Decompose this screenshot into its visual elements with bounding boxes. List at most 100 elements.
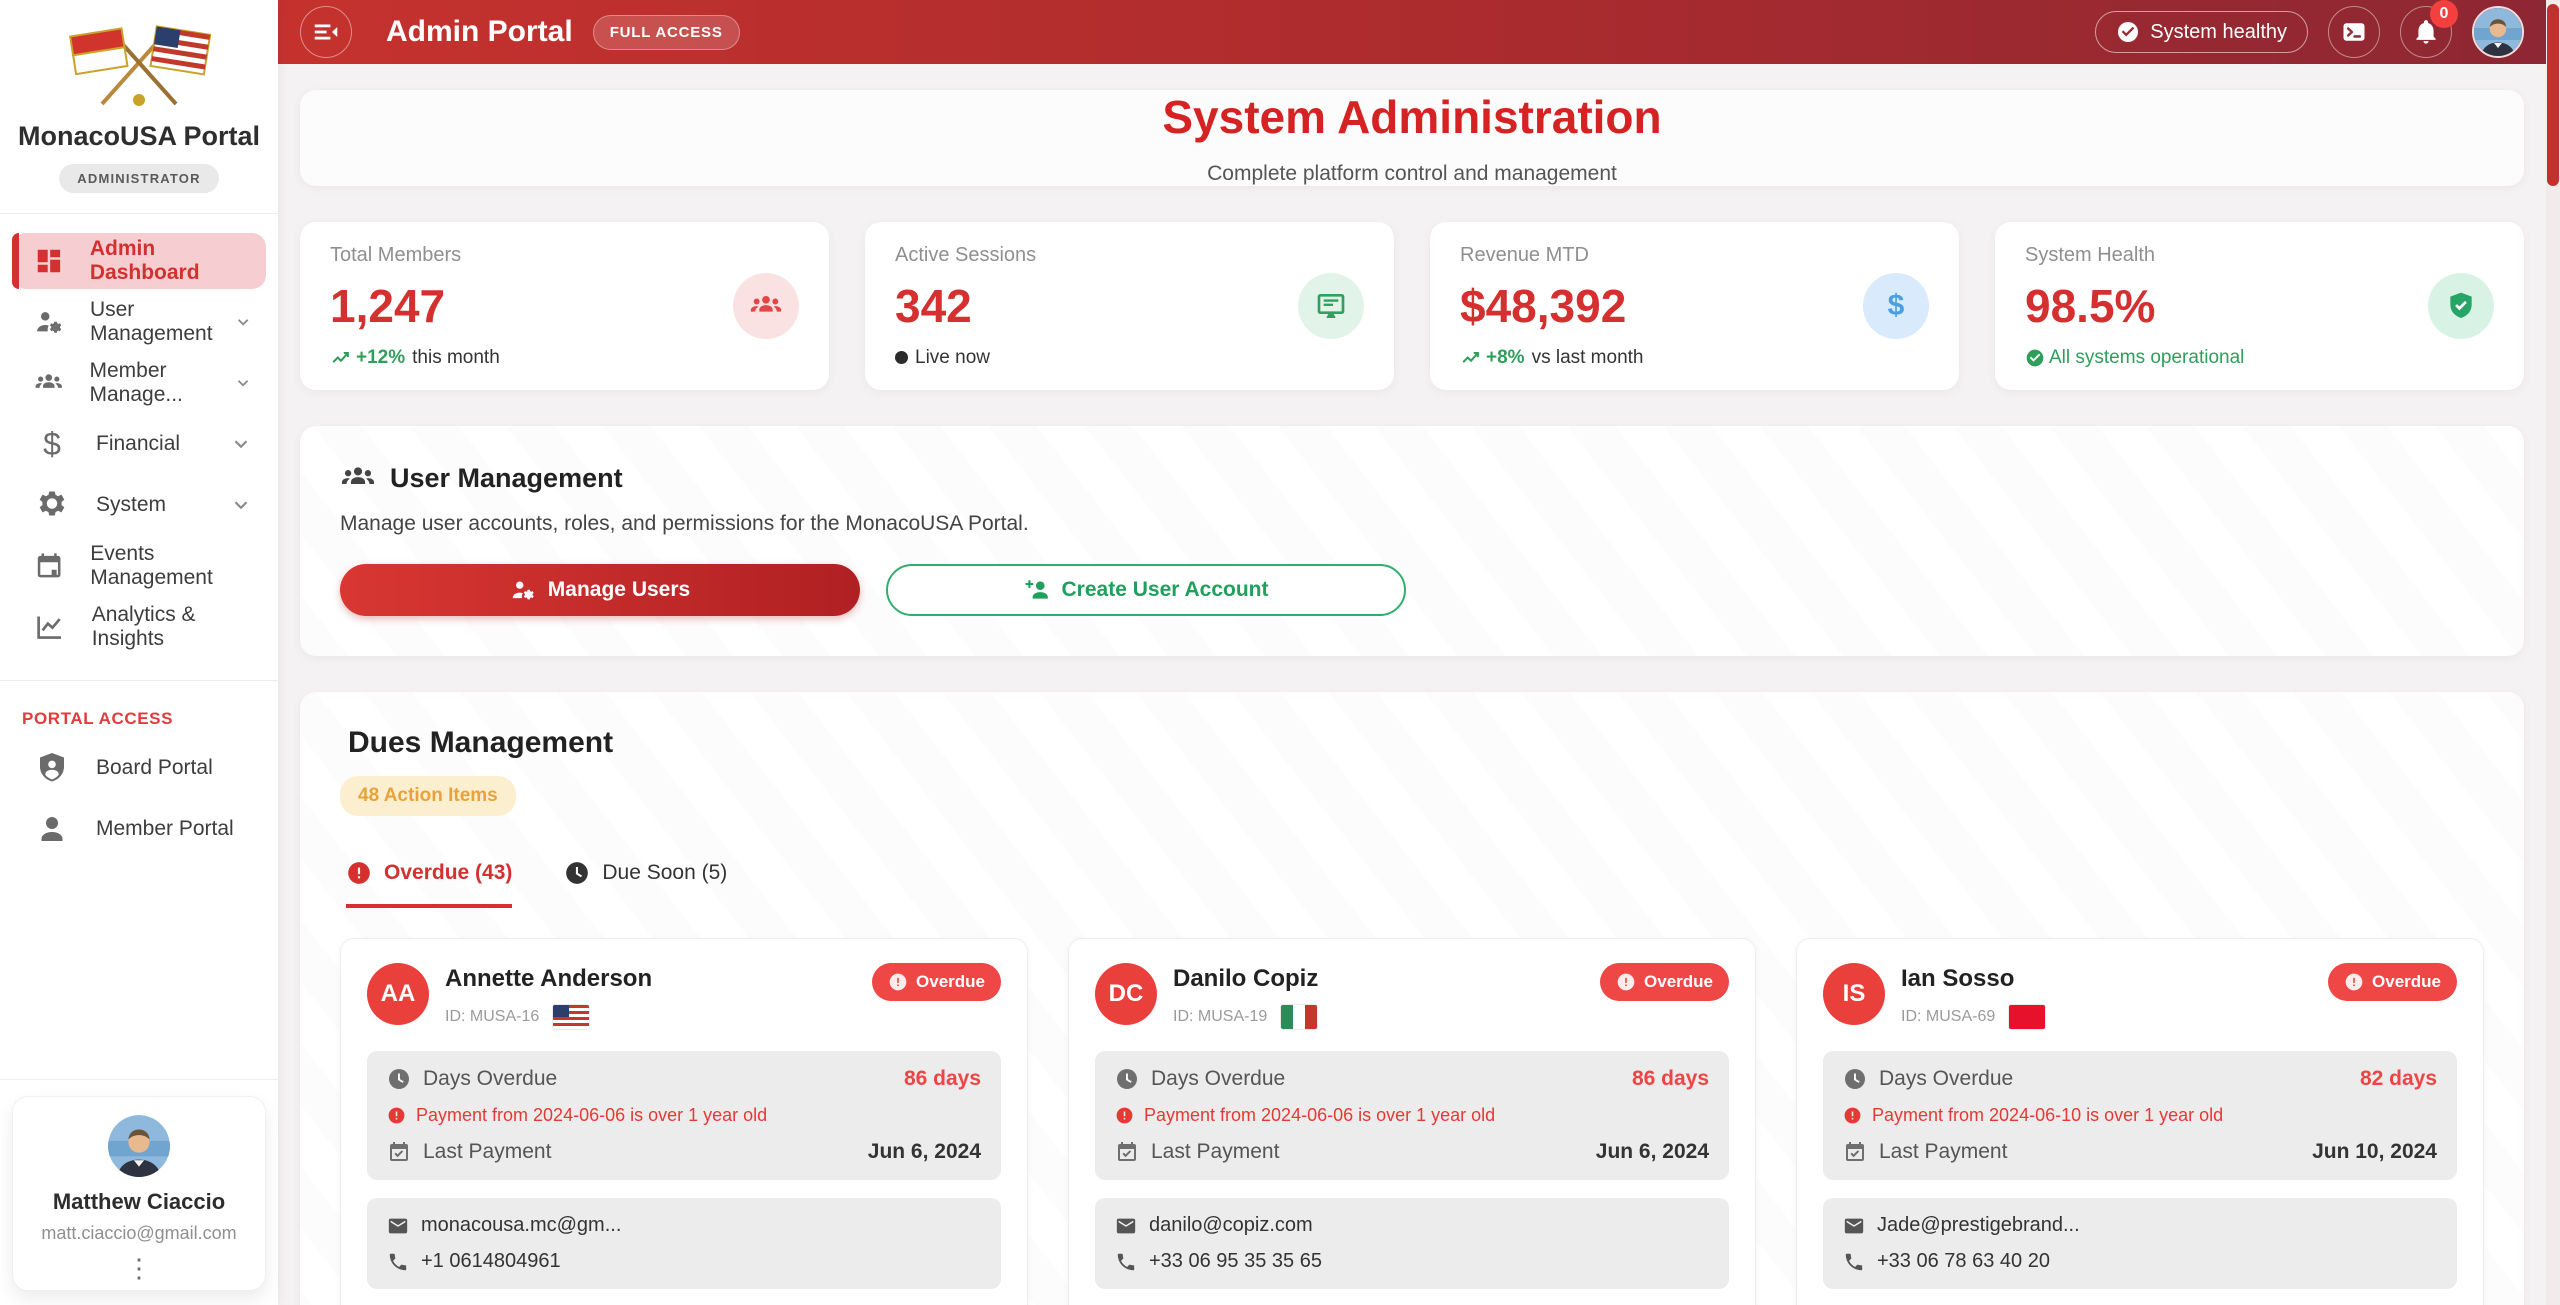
member-card-header: IS Ian Sosso ID: MUSA-69 Overdue (1823, 963, 2457, 1029)
sidebar-item-events-management[interactable]: Events Management (0, 538, 278, 594)
clock-icon (1115, 1067, 1139, 1091)
sidebar-item-member-management[interactable]: Member Manage... (0, 355, 278, 411)
payment-warning: Payment from 2024-06-06 is over 1 year o… (1115, 1105, 1709, 1126)
user-email: matt.ciaccio@gmail.com (27, 1223, 251, 1244)
phone-icon (1843, 1251, 1865, 1273)
sidebar-item-label: Member Portal (96, 817, 234, 841)
people-icon (749, 289, 783, 323)
payment-warning: Payment from 2024-06-06 is over 1 year o… (387, 1105, 981, 1126)
member-phone: +1 0614804961 (421, 1250, 561, 1273)
status-badge: Overdue (1600, 963, 1729, 1001)
sidebar-item-label: Member Manage... (90, 359, 234, 407)
mail-icon (387, 1215, 409, 1237)
last-payment-value: Jun 6, 2024 (1596, 1140, 1709, 1164)
last-payment-label: Last Payment (423, 1140, 551, 1164)
sidebar-item-user-management[interactable]: User Management (0, 294, 278, 350)
error-icon (2344, 972, 2364, 992)
sidebar-item-financial[interactable]: $ Financial (0, 416, 278, 472)
kebab-menu-icon[interactable]: ⋮ (27, 1258, 251, 1278)
brand-name: MonacoUSA Portal (0, 121, 278, 152)
overdue-member-cards: AA Annette Anderson ID: MUSA-16 Overdue (340, 938, 2484, 1305)
sidebar-item-analytics-insights[interactable]: Analytics & Insights (0, 599, 278, 655)
stat-value: $48,392 (1460, 279, 1644, 333)
payment-warning: Payment from 2024-06-10 is over 1 year o… (1843, 1105, 2437, 1126)
days-overdue-value: 86 days (904, 1067, 981, 1091)
check-circle-icon (2116, 20, 2140, 44)
analytics-icon (34, 609, 66, 645)
sidebar-item-admin-dashboard[interactable]: Admin Dashboard (12, 233, 266, 289)
tab-due-soon[interactable]: Due Soon (5) (564, 860, 727, 908)
create-user-account-button[interactable]: Create User Account (886, 564, 1406, 616)
check-circle-icon (2025, 348, 2045, 368)
menu-toggle-button[interactable] (300, 6, 352, 58)
stat-label: Revenue MTD (1460, 244, 1644, 267)
dollar-icon: $ (34, 426, 70, 463)
manage-users-button[interactable]: Manage Users (340, 564, 860, 616)
stat-value: 342 (895, 279, 1036, 333)
member-phone: +33 06 95 35 35 65 (1149, 1250, 1322, 1273)
user-management-header: User Management (340, 460, 2484, 496)
error-icon (888, 972, 908, 992)
action-items-badge: 48 Action Items (340, 776, 516, 816)
user-management-actions: Manage Users Create User Account (340, 564, 2484, 616)
user-management-section: User Management Manage user accounts, ro… (300, 426, 2524, 656)
user-settings-icon (510, 577, 536, 603)
hero-subtitle: Complete platform control and management (1207, 162, 1617, 186)
payment-info-box: Days Overdue 86 days Payment from 2024-0… (367, 1051, 1001, 1180)
italy-flag-icon (1281, 1005, 1317, 1029)
stat-sub: Live now (895, 347, 1036, 369)
payment-info-box: Days Overdue 82 days Payment from 2024-0… (1823, 1051, 2457, 1180)
system-health-pill[interactable]: System healthy (2095, 11, 2308, 53)
phone-icon (1115, 1251, 1137, 1273)
main-content: System Administration Complete platform … (278, 64, 2546, 1305)
menu-open-icon (311, 17, 341, 47)
days-overdue-label: Days Overdue (1879, 1067, 2013, 1091)
error-icon (346, 860, 372, 886)
scrollbar-thumb[interactable] (2547, 4, 2559, 186)
member-card-header: AA Annette Anderson ID: MUSA-16 Overdue (367, 963, 1001, 1029)
divider (0, 680, 278, 681)
sidebar-item-member-portal[interactable]: Member Portal (0, 801, 278, 857)
error-icon (1843, 1106, 1862, 1125)
stat-card-revenue-mtd: Revenue MTD $48,392 +8% vs last month $ (1430, 222, 1959, 390)
member-name: Danilo Copiz (1173, 965, 1318, 993)
clock-icon (1843, 1067, 1867, 1091)
stat-sub: +8% vs last month (1460, 347, 1644, 369)
monaco-flag-icon (2009, 1005, 2045, 1029)
sidebar-item-board-portal[interactable]: Board Portal (0, 740, 278, 796)
gear-icon (34, 487, 70, 523)
terminal-button[interactable] (2328, 6, 2380, 58)
sidebar-item-label: Admin Dashboard (90, 237, 240, 285)
sidebar-item-label: Analytics & Insights (92, 603, 252, 651)
stat-label: Total Members (330, 244, 500, 267)
brand-block: MonacoUSA Portal ADMINISTRATOR (0, 0, 278, 193)
calendar-check-icon (387, 1140, 411, 1164)
sidebar-footer: Matthew Ciaccio matt.ciaccio@gmail.com ⋮ (0, 1079, 278, 1305)
stat-icon-bubble: $ (1863, 273, 1929, 339)
contact-box: Jade@prestigebrand... +33 06 78 63 40 20 (1823, 1198, 2457, 1289)
member-id: ID: MUSA-69 (1901, 1008, 1995, 1026)
last-payment-label: Last Payment (1879, 1140, 2007, 1164)
access-badge: FULL ACCESS (593, 15, 740, 50)
user-name: Matthew Ciaccio (27, 1189, 251, 1215)
last-payment-value: Jun 10, 2024 (2312, 1140, 2437, 1164)
avatar: AA (367, 963, 429, 1025)
dashboard-icon (34, 243, 64, 279)
days-overdue-label: Days Overdue (1151, 1067, 1285, 1091)
notifications-button[interactable]: 0 (2400, 6, 2452, 58)
shield-check-icon (2445, 290, 2477, 322)
sidebar-item-label: User Management (90, 298, 234, 346)
role-badge: ADMINISTRATOR (59, 164, 218, 193)
divider (0, 213, 278, 214)
page-scrollbar[interactable] (2546, 0, 2560, 1305)
days-overdue-label: Days Overdue (423, 1067, 557, 1091)
sidebar-item-system[interactable]: System (0, 477, 278, 533)
mail-icon (1115, 1215, 1137, 1237)
dollar-icon: $ (1888, 289, 1905, 323)
tab-overdue[interactable]: Overdue (43) (346, 860, 512, 908)
user-avatar[interactable] (2472, 6, 2524, 58)
topbar: Admin Portal FULL ACCESS System healthy … (278, 0, 2546, 64)
chevron-down-icon (234, 311, 252, 333)
member-id: ID: MUSA-19 (1173, 1008, 1267, 1026)
days-overdue-value: 86 days (1632, 1067, 1709, 1091)
